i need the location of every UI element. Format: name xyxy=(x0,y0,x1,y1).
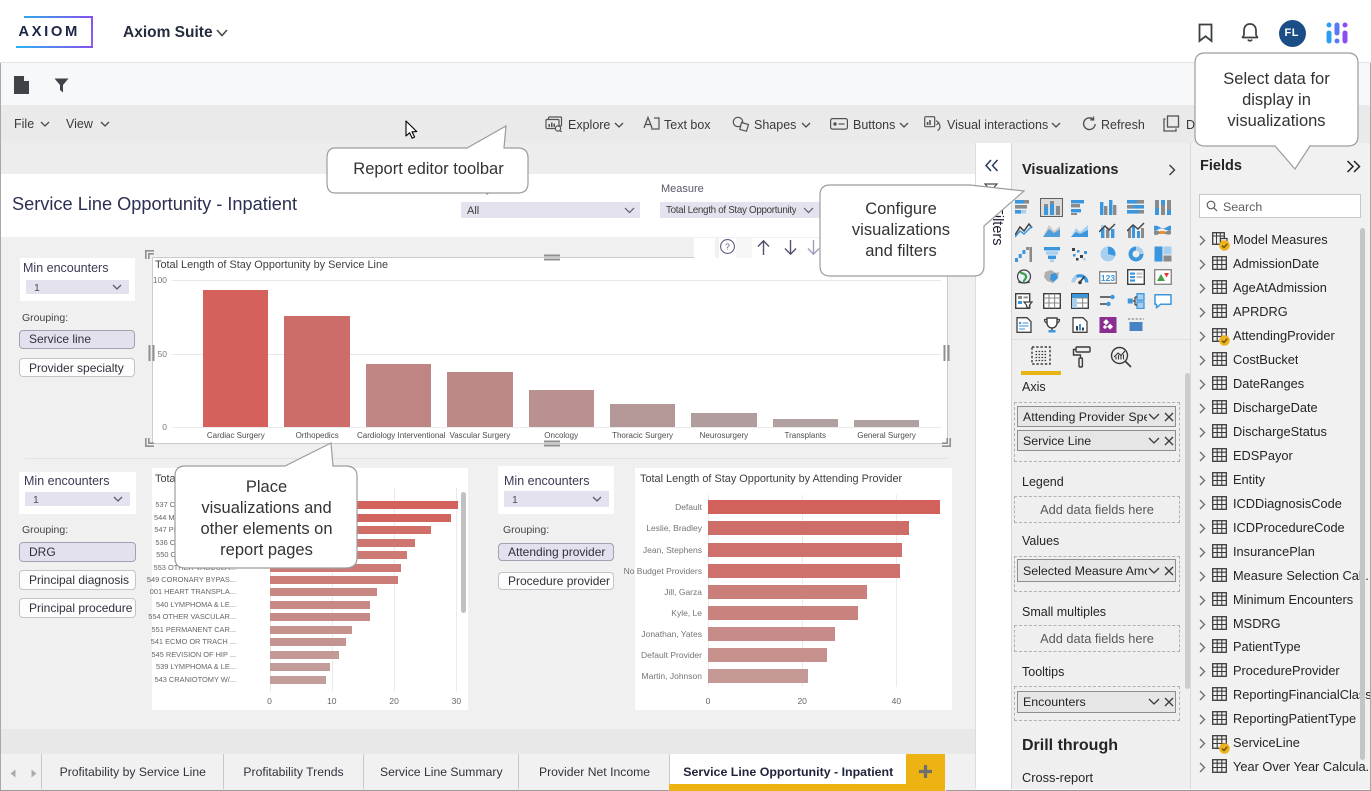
svg-text:123: 123 xyxy=(1100,273,1114,283)
svg-text:?: ? xyxy=(725,241,730,251)
